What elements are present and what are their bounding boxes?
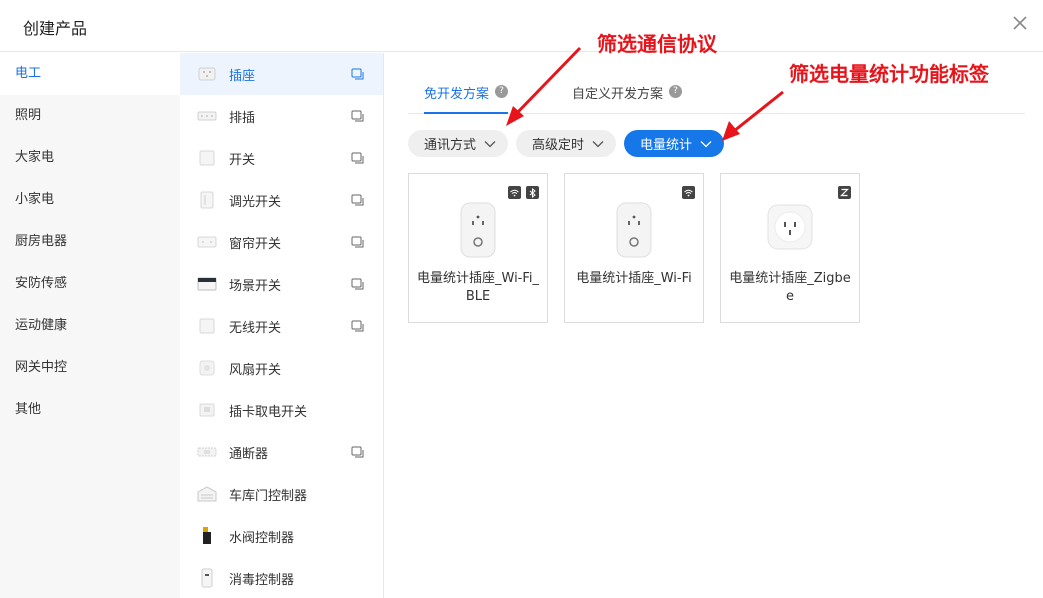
copy-icon[interactable]: [351, 67, 365, 81]
product-image: [460, 202, 496, 258]
subcategory-item-socket[interactable]: 插座: [180, 53, 383, 95]
bluetooth-icon: [526, 186, 539, 199]
category-sidebar: 电工 照明 大家电 小家电 厨房电器 安防传感 运动健康 网关中控 其他: [0, 53, 180, 598]
dimmer-switch-icon: [197, 190, 217, 210]
subcategory-label: 场景开关: [229, 278, 282, 294]
copy-icon[interactable]: [351, 151, 365, 165]
socket-icon: [197, 64, 217, 84]
subcategory-label: 消毒控制器: [229, 572, 295, 588]
subcategory-label: 车库门控制器: [229, 488, 308, 504]
breaker-icon: [197, 442, 217, 462]
annotation-filter-power-tag: 筛选电量统计功能标签: [789, 62, 989, 86]
category-item-security-sensors[interactable]: 安防传感: [0, 263, 180, 305]
copy-icon[interactable]: [351, 193, 365, 207]
product-image: [616, 202, 652, 258]
help-icon[interactable]: ?: [669, 85, 683, 98]
garage-door-icon: [197, 484, 217, 504]
subcategory-item-water-valve[interactable]: 水阀控制器: [180, 515, 383, 557]
subcategory-label: 插座: [229, 68, 256, 84]
chevron-down-icon: [700, 140, 712, 147]
filter-advanced-timer[interactable]: 高级定时: [516, 130, 616, 157]
copy-icon[interactable]: [351, 235, 365, 249]
scene-switch-icon: [197, 274, 217, 294]
filter-label: 高级定时: [532, 138, 585, 153]
product-card[interactable]: 电量统计插座_Zigbee: [720, 173, 860, 323]
subcategory-item-scene-switch[interactable]: 场景开关: [180, 263, 383, 305]
chevron-down-icon: [484, 140, 496, 147]
category-item-lighting[interactable]: 照明: [0, 95, 180, 137]
water-valve-icon: [197, 526, 217, 546]
subcategory-list: 插座 排插 开关 调光开关 窗帘开关 场景开关 无线开关 风扇开关 插卡取电开关: [180, 53, 384, 598]
subcategory-label: 窗帘开关: [229, 236, 282, 252]
product-card[interactable]: 电量统计插座_Wi-Fi_BLE: [408, 173, 548, 323]
wifi-icon: [682, 186, 695, 199]
product-name: 电量统计插座_Wi-Fi_BLE: [417, 271, 540, 304]
chevron-down-icon: [592, 140, 604, 147]
disinfection-icon: [197, 568, 217, 588]
filter-communication[interactable]: 通讯方式: [408, 130, 508, 157]
tab-no-dev-solution[interactable]: 免开发方案 ?: [424, 83, 509, 114]
subcategory-item-breaker[interactable]: 通断器: [180, 431, 383, 473]
product-image: [765, 202, 815, 252]
wireless-switch-icon: [197, 316, 217, 336]
filter-power-statistics[interactable]: 电量统计: [624, 130, 724, 157]
protocol-tags: [508, 186, 539, 199]
annotation-filter-protocol: 筛选通信协议: [597, 32, 717, 56]
subcategory-label: 插卡取电开关: [229, 404, 308, 420]
protocol-tags: [838, 186, 851, 199]
zigbee-icon: [838, 186, 851, 199]
subcategory-label: 排插: [229, 110, 256, 126]
subcategory-item-fan-switch[interactable]: 风扇开关: [180, 347, 383, 389]
curtain-switch-icon: [197, 232, 217, 252]
tab-custom-dev-solution[interactable]: 自定义开发方案 ?: [572, 83, 683, 114]
protocol-tags: [682, 186, 695, 199]
switch-icon: [197, 148, 217, 168]
help-icon[interactable]: ?: [495, 85, 509, 98]
filter-label: 通讯方式: [424, 138, 477, 153]
dialog-title: 创建产品: [23, 19, 88, 38]
copy-icon[interactable]: [351, 277, 365, 291]
category-item-gateway-control[interactable]: 网关中控: [0, 347, 180, 389]
subcategory-item-power-strip[interactable]: 排插: [180, 95, 383, 137]
wifi-icon: [508, 186, 521, 199]
power-strip-icon: [197, 106, 217, 126]
category-item-kitchen-appliances[interactable]: 厨房电器: [0, 221, 180, 263]
subcategory-label: 通断器: [229, 446, 269, 462]
subcategory-label: 水阀控制器: [229, 530, 295, 546]
fan-switch-icon: [197, 358, 217, 378]
dialog-header: 创建产品: [0, 0, 1043, 52]
product-card[interactable]: 电量统计插座_Wi-Fi: [564, 173, 704, 323]
copy-icon[interactable]: [351, 109, 365, 123]
copy-icon[interactable]: [351, 445, 365, 459]
subcategory-item-wireless-switch[interactable]: 无线开关: [180, 305, 383, 347]
subcategory-label: 风扇开关: [229, 362, 282, 378]
subcategory-label: 调光开关: [229, 194, 282, 210]
main-panel: 免开发方案 ? 自定义开发方案 ? 通讯方式 高级定时 电量统计 电量统计插座_…: [384, 53, 1043, 598]
subcategory-item-switch[interactable]: 开关: [180, 137, 383, 179]
category-item-other[interactable]: 其他: [0, 389, 180, 431]
product-name: 电量统计插座_Zigbee: [729, 271, 851, 304]
copy-icon[interactable]: [351, 319, 365, 333]
filter-label: 电量统计: [640, 138, 693, 153]
subcategory-item-dimmer-switch[interactable]: 调光开关: [180, 179, 383, 221]
close-icon[interactable]: [1011, 14, 1029, 32]
card-switch-icon: [197, 400, 217, 420]
product-name: 电量统计插座_Wi-Fi: [576, 271, 692, 286]
subcategory-item-garage-door[interactable]: 车库门控制器: [180, 473, 383, 515]
tab-label: 免开发方案: [424, 87, 490, 102]
subcategory-item-curtain-switch[interactable]: 窗帘开关: [180, 221, 383, 263]
tab-label: 自定义开发方案: [572, 87, 664, 102]
subcategory-label: 无线开关: [229, 320, 282, 336]
category-item-electrical[interactable]: 电工: [0, 53, 180, 95]
category-item-large-appliances[interactable]: 大家电: [0, 137, 180, 179]
subcategory-label: 开关: [229, 152, 256, 168]
subcategory-item-card-switch[interactable]: 插卡取电开关: [180, 389, 383, 431]
category-item-sports-health[interactable]: 运动健康: [0, 305, 180, 347]
subcategory-item-disinfection[interactable]: 消毒控制器: [180, 557, 383, 598]
category-item-small-appliances[interactable]: 小家电: [0, 179, 180, 221]
